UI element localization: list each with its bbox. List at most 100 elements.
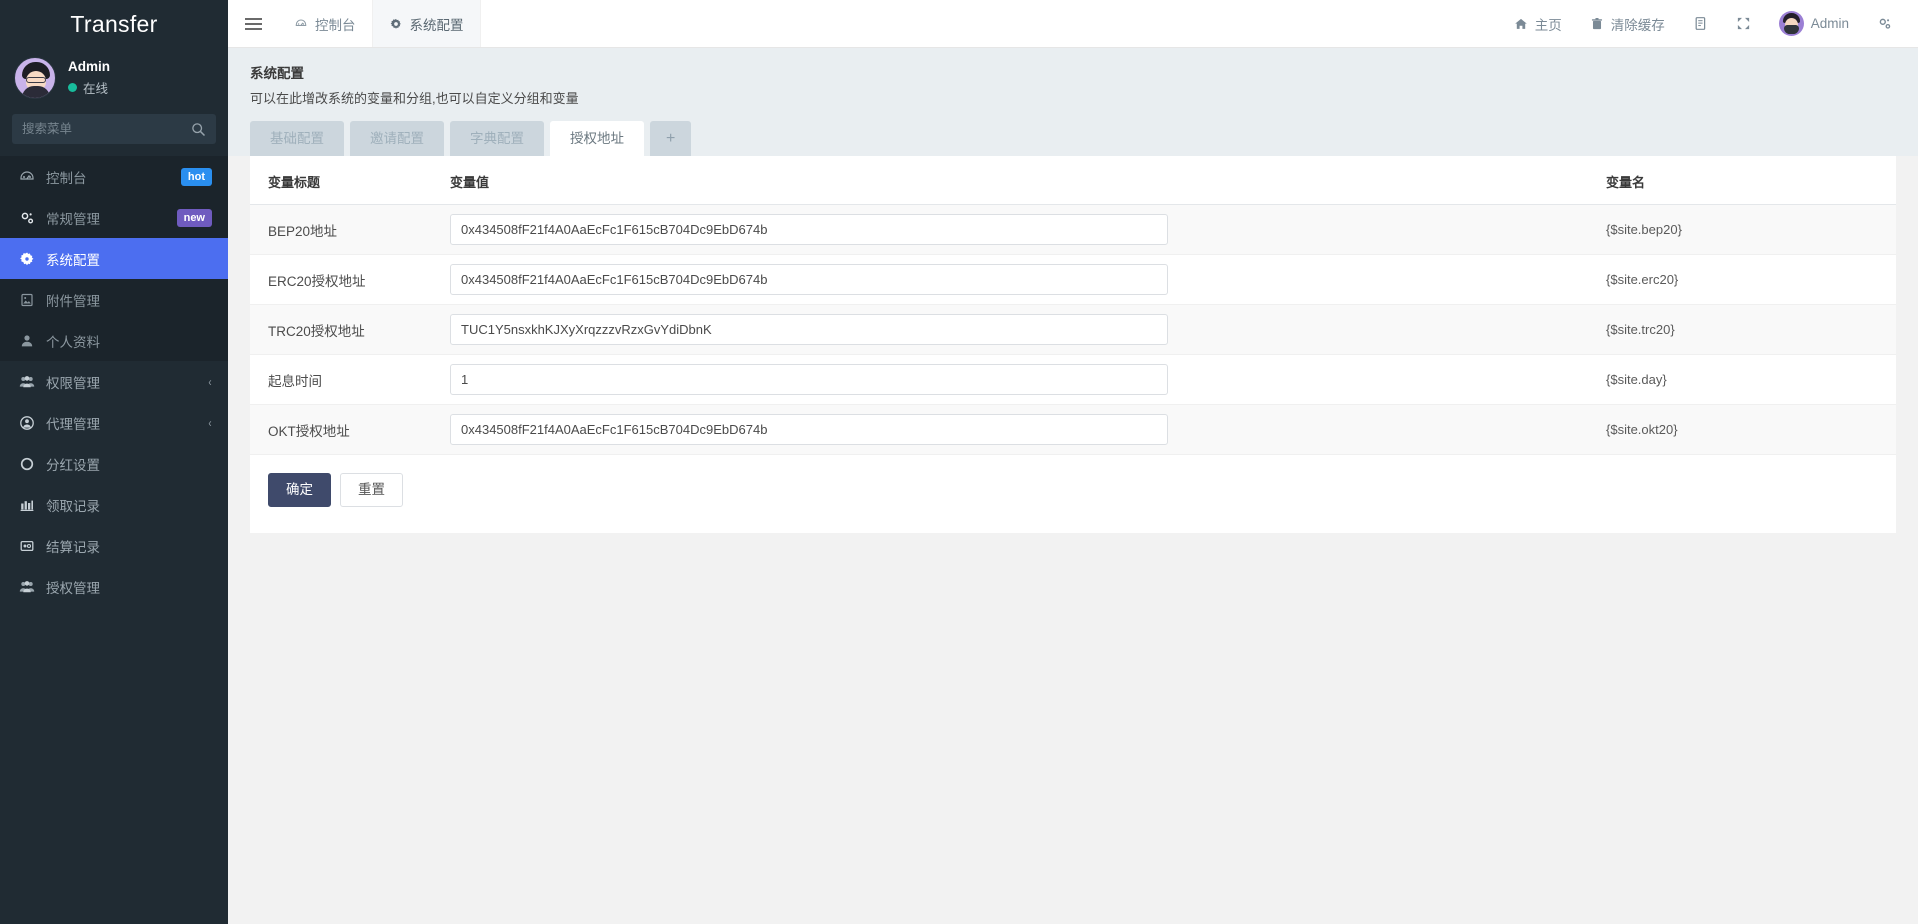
input-trc20-address[interactable]: [450, 314, 1168, 345]
dashboard-icon: [294, 17, 308, 31]
note-button[interactable]: [1679, 0, 1722, 48]
gear-icon: [18, 250, 35, 267]
config-tab-dictionary[interactable]: 字典配置: [450, 121, 544, 156]
sidebar-item-console[interactable]: 控制台 hot: [0, 156, 228, 197]
panel-header: 系统配置 可以在此增改系统的变量和分组,也可以自定义分组和变量 基础配置 邀请配…: [228, 48, 1918, 156]
sidebar: Transfer Admin 在线 控制台 hot: [0, 0, 228, 924]
fullscreen-icon: [1736, 16, 1751, 31]
avatar: [1778, 11, 1804, 36]
table-row: ERC20授权地址 {$site.erc20}: [250, 254, 1896, 305]
cogs-icon: [18, 209, 35, 226]
row-value-cell: [450, 254, 1600, 305]
chart-icon: [18, 496, 35, 513]
column-header-name: 变量名: [1600, 156, 1896, 205]
tab-system-config[interactable]: 系统配置: [372, 0, 481, 47]
table-row: TRC20授权地址 {$site.trc20}: [250, 304, 1896, 355]
sidebar-item-authorization-management[interactable]: 授权管理: [0, 566, 228, 607]
user-icon: [18, 332, 35, 349]
add-tab-button[interactable]: +: [650, 121, 692, 156]
search-icon[interactable]: [191, 122, 206, 137]
row-title: TRC20授权地址: [250, 304, 450, 355]
user-status-label: 在线: [83, 82, 109, 96]
card-icon: [18, 537, 35, 554]
sidebar-search-wrap: [0, 108, 228, 156]
search-box[interactable]: [12, 114, 216, 144]
settings-button[interactable]: [1863, 0, 1906, 48]
row-varname: {$site.erc20}: [1600, 254, 1896, 305]
user-status: 在线: [68, 78, 110, 97]
sidebar-user-block[interactable]: Admin 在线: [0, 48, 228, 108]
avatar: [14, 57, 56, 99]
config-card: 变量标题 变量值 变量名 BEP20地址 {$site.bep20} ER: [250, 156, 1896, 533]
sidebar-item-claim-records[interactable]: 领取记录: [0, 484, 228, 525]
brand-title: Transfer: [70, 10, 158, 37]
chevron-left-icon[interactable]: ‹: [208, 416, 211, 430]
menu-icon[interactable]: [228, 0, 278, 47]
circle-icon: [18, 455, 35, 472]
clear-cache-button[interactable]: 清除缓存: [1576, 0, 1679, 48]
input-erc20-address[interactable]: [450, 264, 1168, 295]
row-title: ERC20授权地址: [250, 254, 450, 305]
chevron-left-icon[interactable]: ‹: [208, 375, 211, 389]
sidebar-item-agent-management[interactable]: 代理管理 ‹: [0, 402, 228, 443]
sidebar-item-dividend-settings[interactable]: 分红设置: [0, 443, 228, 484]
table-body: BEP20地址 {$site.bep20} ERC20授权地址 {$site.e…: [250, 204, 1896, 455]
sidebar-item-permission-management[interactable]: 权限管理 ‹: [0, 361, 228, 402]
sidebar-item-label: 控制台: [46, 170, 87, 186]
row-value-cell: [450, 354, 1600, 405]
input-interest-start-day[interactable]: [450, 364, 1168, 395]
tab-console[interactable]: 控制台: [278, 0, 373, 47]
row-varname: {$site.trc20}: [1600, 304, 1896, 355]
sidebar-item-label: 附件管理: [46, 293, 100, 309]
sidebar-item-label: 授权管理: [46, 580, 100, 596]
user-circle-icon: [18, 414, 35, 431]
table-header-row: 变量标题 变量值 变量名: [250, 156, 1896, 205]
topbar-right: 主页 清除缓存 Admin: [1500, 0, 1918, 47]
sidebar-item-general-management[interactable]: 常规管理 new: [0, 197, 228, 238]
tab-label: 控制台: [315, 17, 356, 33]
table-row: OKT授权地址 {$site.okt20}: [250, 404, 1896, 455]
column-header-value: 变量值: [450, 156, 1600, 205]
online-dot-icon: [68, 83, 77, 92]
row-value-cell: [450, 204, 1600, 255]
users-group-icon: [18, 373, 35, 390]
note-icon: [1693, 16, 1708, 31]
reset-button[interactable]: 重置: [340, 473, 403, 507]
config-tab-invite[interactable]: 邀请配置: [350, 121, 444, 156]
sidebar-item-settlement-records[interactable]: 结算记录: [0, 525, 228, 566]
gear-icon: [389, 17, 403, 31]
home-label: 主页: [1534, 17, 1562, 33]
submit-button[interactable]: 确定: [268, 473, 331, 507]
sidebar-item-label: 权限管理: [46, 375, 100, 391]
sidebar-item-label: 系统配置: [46, 252, 100, 268]
row-title: OKT授权地址: [250, 404, 450, 455]
sidebar-menu: 控制台 hot 常规管理 new 系统配置 附件管理 个人资料 权限管理 ‹ 代…: [0, 156, 228, 924]
home-icon: [1514, 17, 1528, 31]
config-tab-authorization-address[interactable]: 授权地址: [550, 121, 644, 156]
config-tabs: 基础配置 邀请配置 字典配置 授权地址 +: [250, 121, 1896, 156]
sidebar-badge-new: new: [176, 208, 212, 227]
sidebar-item-label: 结算记录: [46, 539, 100, 555]
table-row: BEP20地址 {$site.bep20}: [250, 204, 1896, 255]
sidebar-item-label: 个人资料: [46, 334, 100, 350]
topbar-tabs: 控制台 系统配置: [278, 0, 481, 47]
home-button[interactable]: 主页: [1500, 0, 1576, 48]
sidebar-item-label: 代理管理: [46, 416, 100, 432]
user-menu-button[interactable]: Admin: [1765, 0, 1863, 48]
sidebar-item-system-config[interactable]: 系统配置: [0, 238, 228, 279]
config-tab-basic[interactable]: 基础配置: [250, 121, 344, 156]
sidebar-badge-hot: hot: [180, 167, 212, 186]
settings-gear-icon: [1877, 16, 1892, 31]
sidebar-item-profile[interactable]: 个人资料: [0, 320, 228, 361]
main-area: 控制台 系统配置 主页 清除缓存 Admin 系统配置 可以在此增改系统的变量和…: [228, 0, 1918, 924]
search-input[interactable]: [22, 122, 191, 136]
input-bep20-address[interactable]: [450, 214, 1168, 245]
image-file-icon: [18, 291, 35, 308]
config-table: 变量标题 变量值 变量名 BEP20地址 {$site.bep20} ER: [250, 156, 1896, 455]
row-varname: {$site.bep20}: [1600, 204, 1896, 255]
fullscreen-button[interactable]: [1722, 0, 1765, 48]
sidebar-item-attachment-management[interactable]: 附件管理: [0, 279, 228, 320]
row-value-cell: [450, 304, 1600, 355]
input-okt20-address[interactable]: [450, 414, 1168, 445]
